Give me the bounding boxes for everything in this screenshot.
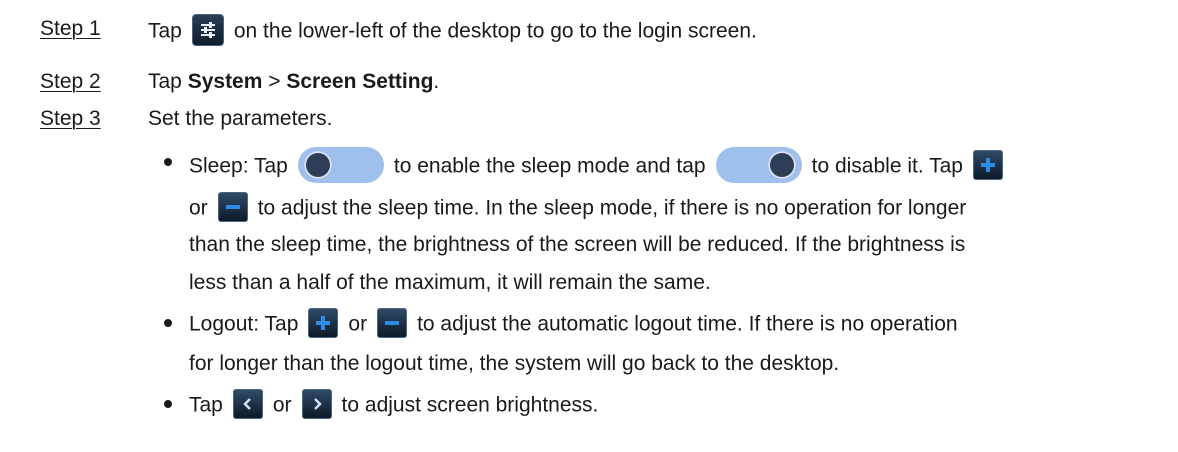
step-3-text: Set the parameters. <box>148 107 333 130</box>
menu-separator: > <box>268 70 281 93</box>
sleep-text-a: Sleep: Tap <box>189 154 288 178</box>
step-2-tap: Tap <box>148 70 182 93</box>
step-2-label: Step 2 <box>40 70 101 93</box>
step-1-tap: Tap <box>148 19 182 43</box>
chevron-left-icon <box>232 389 263 419</box>
step-2-text: Tap System > Screen Setting. <box>148 69 439 95</box>
sleep-line-1: Sleep: Tap to enable the sleep mode and t… <box>189 147 1013 185</box>
logout-text-a: Logout: Tap <box>189 312 299 336</box>
minus-icon <box>217 192 248 222</box>
sleep-line-3: than the sleep time, the brightness of t… <box>189 233 966 256</box>
sleep-or: or <box>189 196 208 220</box>
plus-icon <box>308 308 339 338</box>
brightness-line-1: Tap or to adjust screen brightness. <box>189 389 599 421</box>
bullet-sleep <box>164 158 172 166</box>
brightness-text-c: to adjust screen brightness. <box>341 393 599 417</box>
logout-line-2: for longer than the logout time, the sys… <box>189 352 840 375</box>
step-1-text: Tap on the lower-left of the desktop to … <box>148 14 757 48</box>
bullet-brightness <box>164 400 172 408</box>
logout-line-1: Logout: Tap or to adjust the automatic log… <box>189 308 958 340</box>
brightness-or: or <box>272 393 292 417</box>
step-3-label: Step 3 <box>40 107 101 130</box>
bullet-logout <box>164 319 172 327</box>
menu-screen-setting: Screen Setting <box>286 70 434 93</box>
step-1-label: Step 1 <box>40 17 101 40</box>
toggle-on-icon <box>715 147 802 183</box>
settings-sliders-icon <box>191 14 224 46</box>
plus-icon <box>973 150 1003 180</box>
step-1-after: on the lower-left of the desktop to go t… <box>233 19 757 43</box>
sleep-text-b: to enable the sleep mode and tap <box>393 154 706 178</box>
sleep-text-d: to adjust the sleep time. In the sleep m… <box>257 196 967 220</box>
chevron-right-icon <box>301 389 332 419</box>
brightness-tap: Tap <box>189 393 223 417</box>
menu-system: System <box>187 70 263 93</box>
sleep-line-2: or to adjust the sleep time. In the sleep… <box>189 192 967 224</box>
minus-icon <box>377 308 408 338</box>
toggle-off-icon <box>297 147 384 183</box>
logout-text-c: to adjust the automatic logout time. If … <box>417 312 958 336</box>
step-2-period: . <box>433 70 440 93</box>
logout-or: or <box>348 312 368 336</box>
sleep-line-4: less than a half of the maximum, it will… <box>189 271 711 294</box>
sleep-text-c: to disable it. Tap <box>811 154 963 178</box>
